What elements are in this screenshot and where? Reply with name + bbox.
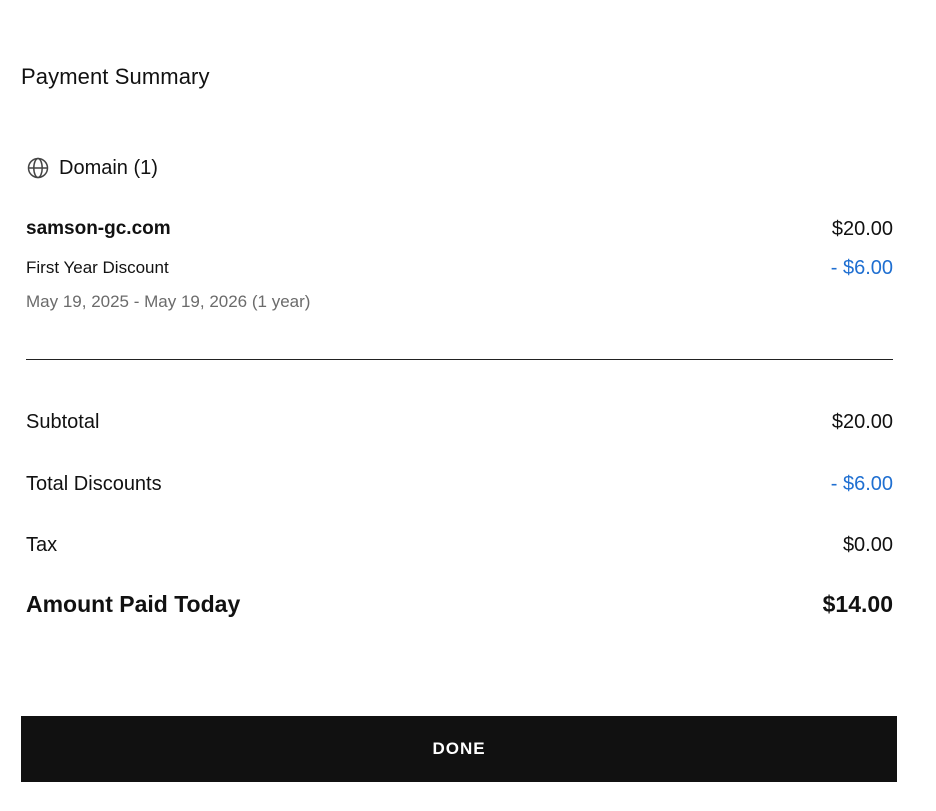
tax-row: Tax $0.00 <box>26 530 893 560</box>
total-discounts-value: - $6.00 <box>830 472 893 495</box>
total-discounts-row: Total Discounts - $6.00 <box>26 469 893 499</box>
domain-price: $20.00 <box>831 217 893 240</box>
subtotal-row: Subtotal $20.00 <box>26 407 893 437</box>
domain-section-header: Domain (1) <box>26 154 158 182</box>
amount-paid-value: $14.00 <box>822 590 893 617</box>
discount-row: First Year Discount - $6.00 <box>26 254 893 282</box>
tax-label: Tax <box>26 533 58 556</box>
divider <box>26 359 893 360</box>
discount-label: First Year Discount <box>26 258 169 277</box>
domain-name: samson-gc.com <box>26 218 171 239</box>
subtotal-label: Subtotal <box>26 410 100 433</box>
total-discounts-label: Total Discounts <box>26 472 162 495</box>
amount-paid-label: Amount Paid Today <box>26 590 241 617</box>
registration-period: May 19, 2025 - May 19, 2026 (1 year) <box>26 292 311 311</box>
tax-value: $0.00 <box>842 533 893 556</box>
globe-icon <box>26 156 50 180</box>
subtotal-value: $20.00 <box>831 410 893 433</box>
done-button[interactable]: DONE <box>21 716 897 782</box>
page-title: Payment Summary <box>21 64 210 89</box>
domain-item-row: samson-gc.com $20.00 <box>26 214 893 244</box>
domain-section-label: Domain (1) <box>59 157 158 179</box>
amount-paid-row: Amount Paid Today $14.00 <box>26 588 893 620</box>
discount-value: - $6.00 <box>830 256 893 279</box>
